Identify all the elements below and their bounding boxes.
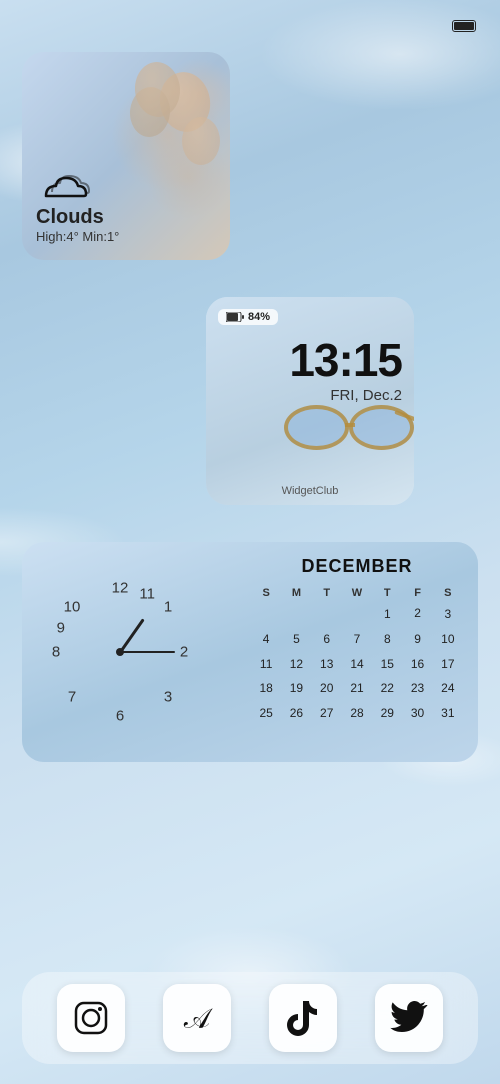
- battery-widget: 84%: [218, 309, 278, 325]
- tiktok-icon: [285, 999, 321, 1037]
- cal-day-7: 7: [343, 628, 371, 651]
- weather-condition: Clouds: [36, 206, 216, 229]
- clock-num-3: 3: [164, 688, 172, 705]
- tiktok-icon-bg[interactable]: [269, 984, 337, 1052]
- battery-icon: [452, 20, 480, 32]
- clock-num-8: 8: [52, 644, 60, 661]
- cal-day-9: 9: [403, 628, 431, 651]
- cal-day-12: 12: [282, 653, 310, 676]
- cal-day-28: 28: [343, 702, 371, 725]
- clock-num-9: 9: [57, 620, 65, 637]
- calendar-grid-container: DECEMBER S M T W T F S - - - -: [252, 556, 462, 748]
- cal-header-m: M: [282, 585, 310, 601]
- cal-day-29: 29: [373, 702, 401, 725]
- cal-empty-3: -: [313, 603, 341, 626]
- clock-num-7: 7: [68, 688, 76, 705]
- cal-day-18: 18: [252, 677, 280, 700]
- battery-pct: 84%: [248, 311, 270, 323]
- cal-day-8: 8: [373, 628, 401, 651]
- clock-face: 12 1 2 3 6 7 8 10 11 9: [40, 572, 200, 732]
- cal-day-1: 1: [373, 603, 401, 626]
- clock-num-6: 6: [116, 708, 124, 725]
- calendar-month: DECEMBER: [252, 556, 462, 577]
- cal-day-20: 20: [313, 677, 341, 700]
- calendar-grid: S M T W T F S - - - - 1 2 3: [252, 585, 462, 725]
- clock-num-12: 12: [112, 580, 129, 597]
- cal-day-27: 27: [313, 702, 341, 725]
- cal-day-10: 10: [434, 628, 462, 651]
- clock-num-10: 10: [64, 599, 81, 616]
- cal-day-4: 4: [252, 628, 280, 651]
- cal-header-f: F: [403, 585, 431, 601]
- clock-widget-container: 84% 13:15 FRI, Dec.2 WidgetClub WidgetCl…: [206, 297, 414, 526]
- cal-day-30: 30: [403, 702, 431, 725]
- cal-day-23: 23: [403, 677, 431, 700]
- cal-header-t1: T: [313, 585, 341, 601]
- cal-day-26: 26: [282, 702, 310, 725]
- cal-day-3: 3: [434, 603, 462, 626]
- weather-content: Clouds High:4° Min:1°: [36, 158, 216, 244]
- cal-day-25: 25: [252, 702, 280, 725]
- cal-header-s2: S: [434, 585, 462, 601]
- cloud-icon: [36, 158, 100, 206]
- appstore-icon-bg[interactable]: 𝒜: [163, 984, 231, 1052]
- cal-day-11: 11: [252, 653, 280, 676]
- row3: 12 1 2 3 6 7 8 10 11 9: [22, 542, 478, 783]
- clock-date: FRI, Dec.2: [289, 387, 402, 404]
- cal-day-6: 6: [313, 628, 341, 651]
- cal-day-16: 16: [403, 653, 431, 676]
- cal-day-13: 13: [313, 653, 341, 676]
- twitter-icon: [390, 1001, 428, 1035]
- dock-item-appstore[interactable]: 𝒜: [163, 984, 231, 1052]
- clock-time-display: 13:15 FRI, Dec.2: [289, 337, 402, 404]
- analog-clock: 12 1 2 3 6 7 8 10 11 9: [40, 542, 200, 762]
- cal-day-19: 19: [282, 677, 310, 700]
- clock-num-1: 1: [164, 599, 172, 616]
- cal-day-2-today: 2: [403, 603, 431, 626]
- clock-widget[interactable]: 84% 13:15 FRI, Dec.2 WidgetClub: [206, 297, 414, 505]
- cal-day-5: 5: [282, 628, 310, 651]
- cal-day-14: 14: [343, 653, 371, 676]
- dock-item-instagram[interactable]: [57, 984, 125, 1052]
- minute-hand: [120, 651, 175, 653]
- appstore-icon: 𝒜: [178, 999, 216, 1037]
- weather-temp: High:4° Min:1°: [36, 229, 216, 244]
- cal-empty-2: -: [282, 603, 310, 626]
- clock-time: 13:15: [289, 337, 402, 383]
- calendar-widget[interactable]: 12 1 2 3 6 7 8 10 11 9: [22, 542, 478, 762]
- dock-item-tiktok[interactable]: [269, 984, 337, 1052]
- clock-widget-label: WidgetClub: [206, 485, 414, 497]
- cal-day-17: 17: [434, 653, 462, 676]
- cal-day-21: 21: [343, 677, 371, 700]
- cal-header-w: W: [343, 585, 371, 601]
- svg-text:𝒜: 𝒜: [184, 1004, 214, 1035]
- cal-header-s1: S: [252, 585, 280, 601]
- clock-num-11: 11: [139, 586, 155, 603]
- instagram-icon-bg[interactable]: [57, 984, 125, 1052]
- cal-day-22: 22: [373, 677, 401, 700]
- dock: 𝒜: [22, 972, 478, 1064]
- weather-widget-container: Clouds High:4° Min:1° WidgetClub: [22, 52, 230, 281]
- cal-empty-4: -: [343, 603, 371, 626]
- cal-day-24: 24: [434, 677, 462, 700]
- cal-empty-1: -: [252, 603, 280, 626]
- cal-day-15: 15: [373, 653, 401, 676]
- hour-hand: [119, 618, 144, 652]
- cal-header-t2: T: [373, 585, 401, 601]
- cal-day-31: 31: [434, 702, 462, 725]
- instagram-icon: [72, 999, 110, 1037]
- weather-widget[interactable]: Clouds High:4° Min:1°: [22, 52, 230, 260]
- clock-num-2: 2: [180, 644, 188, 661]
- dock-item-twitter[interactable]: [375, 984, 443, 1052]
- clock-center-dot: [116, 648, 124, 656]
- twitter-icon-bg[interactable]: [375, 984, 443, 1052]
